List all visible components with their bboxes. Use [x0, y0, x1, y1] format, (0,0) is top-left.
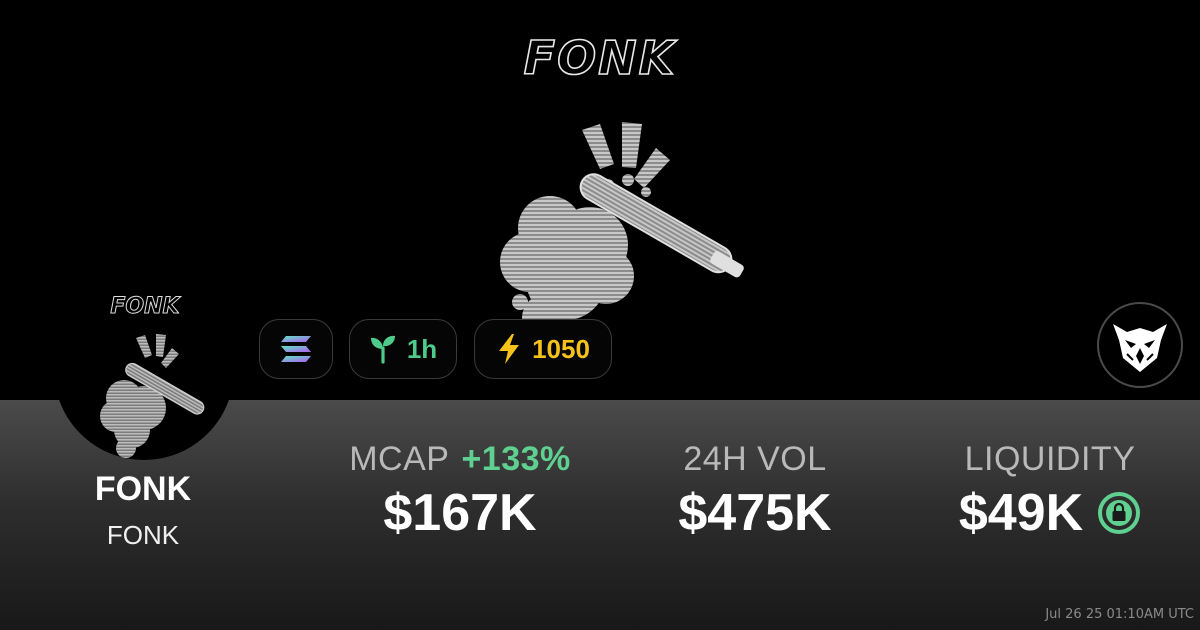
sprout-icon	[370, 335, 395, 364]
hero-logo: FONK	[0, 30, 1200, 91]
liquidity-value-row: $49K	[900, 483, 1200, 543]
liquidity-label: LIQUIDITY	[964, 440, 1136, 478]
solana-icon	[281, 336, 311, 362]
hero-logo-graphic: FONK	[523, 30, 678, 86]
age-pill[interactable]: 1h	[349, 319, 457, 379]
boost-pill[interactable]: 1050	[474, 319, 612, 379]
owl-icon	[1113, 324, 1167, 372]
liquidity-value: $49K	[958, 484, 1084, 542]
mcap-label-row: MCAP +133%	[310, 440, 610, 479]
token-name: FONK	[94, 470, 192, 508]
mcap-value: $167K	[383, 484, 537, 542]
mcap-label: MCAP	[349, 440, 450, 478]
age-label: 1h	[406, 333, 438, 364]
avatar-logo: FONK	[100, 290, 190, 325]
volume-label: 24H VOL	[683, 440, 827, 478]
mcap-change: +133%	[461, 440, 571, 478]
chain-pill[interactable]	[259, 319, 333, 379]
hero-logo-text: FONK	[524, 31, 678, 85]
lightning-icon	[499, 334, 520, 364]
liquidity-stat: LIQUIDITY $49K	[900, 440, 1200, 543]
owl-badge[interactable]	[1097, 302, 1183, 388]
volume-stat: 24H VOL $475K	[620, 440, 890, 543]
lock-icon	[1098, 492, 1141, 534]
volume-value: $475K	[678, 484, 832, 542]
token-symbol: FONK	[106, 520, 180, 550]
mcap-stat: MCAP +133% $167K	[310, 440, 610, 543]
boost-value: 1050	[532, 333, 590, 364]
avatar-logo-graphic: FONK	[110, 294, 182, 320]
timestamp: Jul 26 25 01:10AM UTC	[1045, 607, 1194, 622]
avatar-logo-text: FONK	[110, 294, 181, 319]
